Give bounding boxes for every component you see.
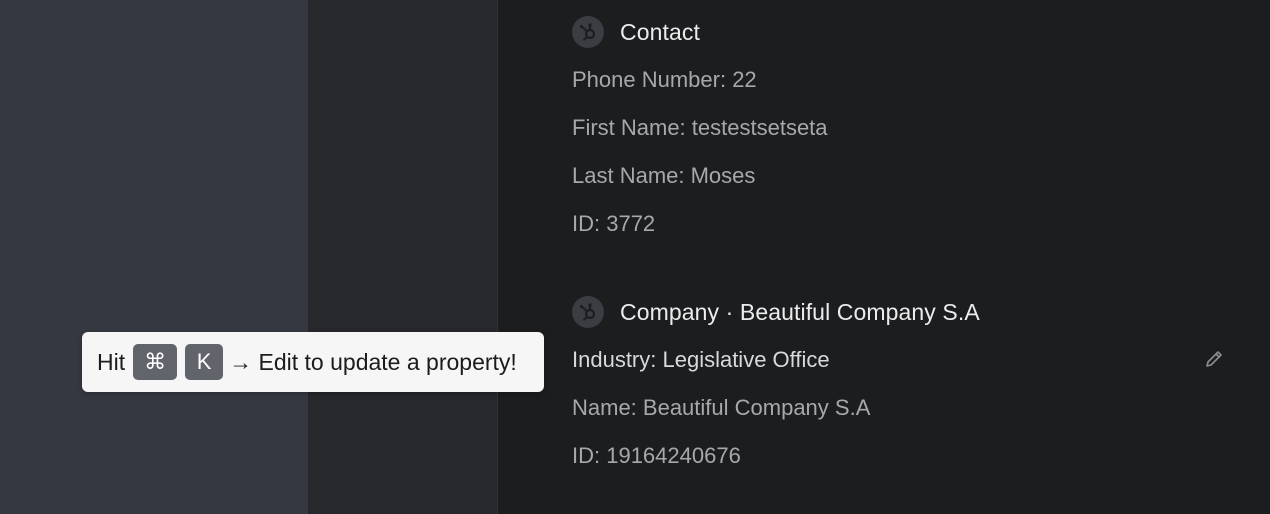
contact-last-name: Last Name: Moses <box>572 163 756 188</box>
left-sidebar-panel <box>0 0 308 514</box>
contact-phone-number: Phone Number: 22 <box>572 67 757 92</box>
command-key-icon: ⌘ <box>133 344 178 380</box>
tooltip-prefix: Hit <box>97 348 126 375</box>
contact-record-header: Contact <box>572 16 700 48</box>
contact-id: ID: 3772 <box>572 211 656 236</box>
k-key: K <box>185 344 224 380</box>
contact-first-name: First Name: testestsetseta <box>572 115 828 140</box>
hubspot-icon <box>572 16 604 48</box>
company-name: Name: Beautiful Company S.A <box>572 395 871 420</box>
company-record-header: Company · Beautiful Company S.A <box>572 296 980 328</box>
pencil-icon[interactable] <box>1203 348 1225 370</box>
company-industry[interactable]: Industry: Legislative Office <box>572 346 830 374</box>
app-window: Contact Phone Number: 22 First Name: tes… <box>0 0 1270 514</box>
contact-record-title: Contact <box>620 18 700 45</box>
hubspot-icon <box>572 296 604 328</box>
company-record-title: Company · Beautiful Company S.A <box>620 298 980 325</box>
keyboard-shortcut-tooltip: Hit ⌘ K → Edit to update a property! <box>82 332 544 392</box>
company-id: ID: 19164240676 <box>572 443 741 468</box>
tooltip-suffix: → Edit to update a property! <box>229 348 517 375</box>
middle-panel <box>308 0 497 514</box>
